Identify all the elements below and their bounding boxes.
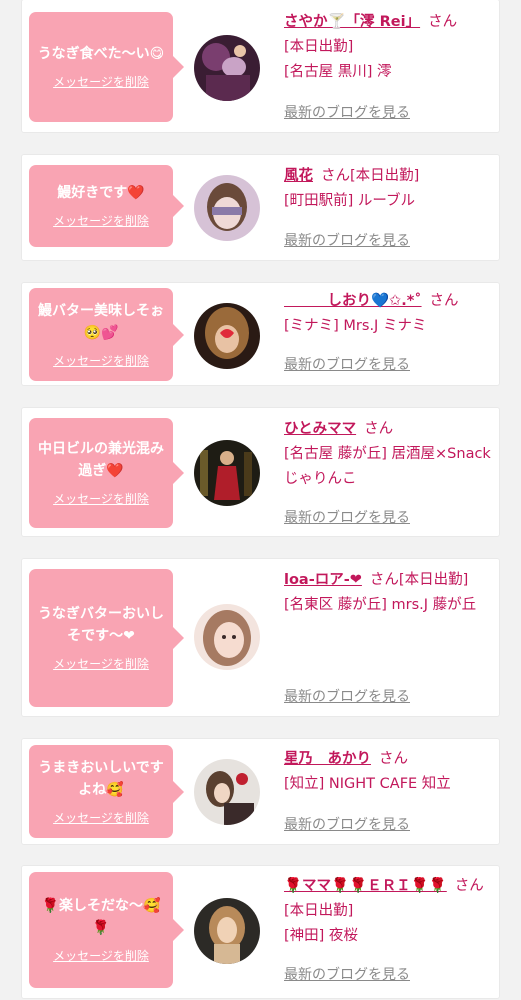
- message-bubble: 🌹楽しそだな〜🥰🌹 メッセージを削除: [29, 872, 184, 988]
- honorific: さん: [321, 168, 350, 184]
- sender-info: ひとみママ さん [名古屋 藤が丘] 居酒屋×Snack じゃりんこ: [284, 417, 492, 492]
- message-list: うなぎ食べた〜い😋 メッセージを削除 さやか🍸「澪 Rei」 さん [本日出勤] …: [0, 0, 521, 1000]
- shop-text: [神田] 夜桜: [284, 928, 358, 944]
- latest-blog-link[interactable]: 最新のブログを見る: [284, 816, 410, 834]
- status-text: [本日出勤]: [284, 39, 354, 55]
- message-text: うなぎ食べた〜い😋: [37, 46, 165, 62]
- honorific: さん: [454, 878, 484, 894]
- message-text: 鰻好きです❤️: [57, 185, 145, 201]
- message-bubble: 鰻好きです❤️ メッセージを削除: [29, 165, 184, 247]
- message-card: 鰻好きです❤️ メッセージを削除 風花 さん[本日出勤] [町田駅前] ルーブル …: [22, 155, 499, 260]
- honorific: さん: [369, 572, 399, 588]
- message-text: 鰻バター美味しそぉ🥺💕: [38, 302, 164, 341]
- message-bubble: うまきおいしいですよね🥰 メッセージを削除: [29, 745, 184, 838]
- delete-message-link[interactable]: メッセージを削除: [53, 354, 149, 368]
- sender-name-link[interactable]: 風花: [284, 168, 313, 184]
- message-card: 鰻バター美味しそぉ🥺💕 メッセージを削除 しおり💙✩.*˚ さん [ミナミ] Mr…: [22, 283, 499, 385]
- avatar[interactable]: [194, 898, 260, 964]
- message-card: うなぎバターおいしそです〜❤ メッセージを削除 loa-ロア-❤ さん[本日出勤]…: [22, 559, 499, 716]
- sender-info: さやか🍸「澪 Rei」 さん [本日出勤] [名古屋 黒川] 澪: [284, 10, 492, 85]
- delete-message-link[interactable]: メッセージを削除: [53, 657, 149, 671]
- sender-name-link[interactable]: 星乃 あかり: [284, 751, 371, 767]
- delete-message-link[interactable]: メッセージを削除: [53, 214, 149, 228]
- avatar[interactable]: [194, 440, 260, 506]
- status-text: [本日出勤]: [284, 903, 354, 919]
- shop-text: [ミナミ] Mrs.J ミナミ: [284, 318, 427, 334]
- avatar[interactable]: [194, 604, 260, 670]
- shop-text: [町田駅前] ルーブル: [284, 193, 416, 209]
- sender-name-link[interactable]: ひとみママ: [284, 421, 356, 437]
- delete-message-link[interactable]: メッセージを削除: [53, 949, 149, 963]
- latest-blog-link[interactable]: 最新のブログを見る: [284, 509, 410, 527]
- honorific: さん: [428, 14, 458, 30]
- sender-info: loa-ロア-❤ さん[本日出勤] [名東区 藤が丘] mrs.J 藤が丘: [284, 568, 492, 618]
- latest-blog-link[interactable]: 最新のブログを見る: [284, 688, 410, 706]
- latest-blog-link[interactable]: 最新のブログを見る: [284, 356, 410, 374]
- sender-name-link[interactable]: loa-ロア-❤: [284, 572, 362, 588]
- sender-info: しおり💙✩.*˚ さん [ミナミ] Mrs.J ミナミ: [284, 289, 492, 339]
- status-text: [本日出勤]: [398, 572, 469, 588]
- message-card: 🌹楽しそだな〜🥰🌹 メッセージを削除 🌹ママ🌹🌹ＥＲＩ🌹🌹 さん [本日出勤] [神…: [22, 866, 499, 998]
- avatar[interactable]: [194, 759, 260, 825]
- message-card: うまきおいしいですよね🥰 メッセージを削除 星乃 あかり さん [知立] NIGH…: [22, 739, 499, 844]
- shop-text: [名古屋 黒川] 澪: [284, 64, 392, 80]
- message-bubble: うなぎバターおいしそです〜❤ メッセージを削除: [29, 569, 184, 707]
- message-bubble: うなぎ食べた〜い😋 メッセージを削除: [29, 12, 184, 122]
- latest-blog-link[interactable]: 最新のブログを見る: [284, 104, 410, 122]
- avatar[interactable]: [194, 35, 260, 101]
- delete-message-link[interactable]: メッセージを削除: [53, 492, 149, 506]
- sender-name-link[interactable]: さやか🍸「澪 Rei」: [284, 14, 420, 30]
- message-bubble: 鰻バター美味しそぉ🥺💕 メッセージを削除: [29, 288, 184, 381]
- sender-info: 風花 さん[本日出勤] [町田駅前] ルーブル: [284, 164, 492, 214]
- sender-info: 🌹ママ🌹🌹ＥＲＩ🌹🌹 さん [本日出勤] [神田] 夜桜: [284, 874, 492, 949]
- avatar[interactable]: [194, 303, 260, 369]
- shop-text: [知立] NIGHT CAFE 知立: [284, 776, 451, 792]
- delete-message-link[interactable]: メッセージを削除: [53, 811, 149, 825]
- message-card: うなぎ食べた〜い😋 メッセージを削除 さやか🍸「澪 Rei」 さん [本日出勤] …: [22, 0, 499, 132]
- sender-name-link[interactable]: しおり💙✩.*˚: [284, 293, 421, 309]
- message-text: うまきおいしいですよね🥰: [38, 759, 164, 798]
- status-text: [本日出勤]: [350, 168, 420, 184]
- honorific: さん: [429, 293, 459, 309]
- message-bubble: 中日ビルの兼光混み過ぎ❤️ メッセージを削除: [29, 418, 184, 528]
- delete-message-link[interactable]: メッセージを削除: [53, 75, 149, 89]
- shop-text: [名古屋 藤が丘] 居酒屋×Snack じゃりんこ: [284, 446, 491, 487]
- sender-name-link[interactable]: 🌹ママ🌹🌹ＥＲＩ🌹🌹: [284, 878, 447, 894]
- latest-blog-link[interactable]: 最新のブログを見る: [284, 232, 410, 250]
- latest-blog-link[interactable]: 最新のブログを見る: [284, 966, 410, 984]
- message-text: 中日ビルの兼光混み過ぎ❤️: [38, 441, 164, 479]
- message-card: 中日ビルの兼光混み過ぎ❤️ メッセージを削除 ひとみママ さん [名古屋 藤が丘]…: [22, 408, 499, 536]
- avatar[interactable]: [194, 175, 260, 241]
- sender-info: 星乃 あかり さん [知立] NIGHT CAFE 知立: [284, 747, 492, 797]
- shop-text: [名東区 藤が丘] mrs.J 藤が丘: [284, 597, 477, 613]
- message-text: 🌹楽しそだな〜🥰🌹: [41, 898, 161, 936]
- honorific: さん: [364, 421, 394, 437]
- message-text: うなぎバターおいしそです〜❤: [38, 606, 164, 644]
- honorific: さん: [379, 751, 408, 767]
